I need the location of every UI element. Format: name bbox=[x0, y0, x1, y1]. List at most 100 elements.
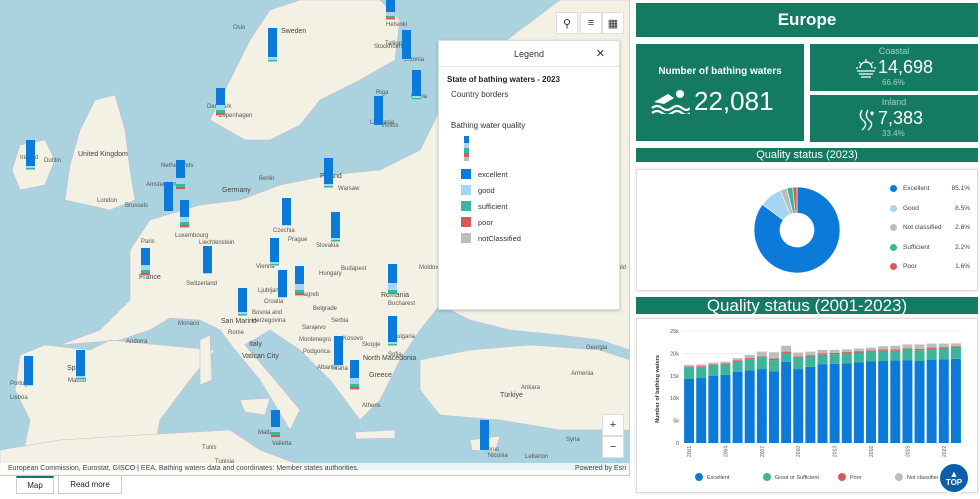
bar-segment-excellent[interactable] bbox=[720, 374, 731, 443]
grid-icon[interactable]: ▦ bbox=[602, 12, 624, 34]
bar-segment-good-or-sufficient[interactable] bbox=[769, 360, 779, 372]
bar-segment-excellent[interactable] bbox=[902, 360, 913, 443]
bar-segment-not-classified[interactable] bbox=[926, 343, 937, 348]
bar-segment-good-or-sufficient[interactable] bbox=[853, 352, 864, 363]
bar-segment-good-or-sufficient[interactable] bbox=[878, 350, 889, 362]
bar-segment-poor[interactable] bbox=[805, 355, 816, 357]
bar-segment-not-classified[interactable] bbox=[696, 364, 707, 367]
map-country-bar[interactable] bbox=[331, 212, 340, 242]
bar-segment-excellent[interactable] bbox=[938, 359, 949, 443]
map-country-bar[interactable] bbox=[386, 0, 395, 20]
map-country-bar[interactable] bbox=[388, 264, 397, 296]
zoom-out-button[interactable]: − bbox=[602, 436, 624, 458]
zoom-in-button[interactable]: + bbox=[602, 414, 624, 436]
bar-segment-poor[interactable] bbox=[950, 346, 961, 349]
bar-segment-excellent[interactable] bbox=[769, 371, 779, 443]
bar-segment-excellent[interactable] bbox=[829, 363, 840, 443]
bar-segment-not-classified[interactable] bbox=[841, 349, 852, 353]
bar-segment-excellent[interactable] bbox=[890, 360, 901, 443]
pie-legend-item[interactable]: Not classified 2.6% bbox=[890, 224, 970, 231]
bar-legend-label[interactable]: Excellent bbox=[707, 475, 730, 481]
bar-segment-good-or-sufficient[interactable] bbox=[732, 361, 743, 372]
bar-segment-not-classified[interactable] bbox=[732, 358, 743, 361]
bar-segment-poor[interactable] bbox=[732, 360, 743, 362]
powered-by-esri[interactable]: Powered by Esri bbox=[575, 465, 626, 472]
bar-segment-not-classified[interactable] bbox=[902, 344, 913, 349]
bar-segment-poor[interactable] bbox=[829, 352, 840, 355]
map-country-bar[interactable] bbox=[270, 238, 279, 266]
bar-segment-not-classified[interactable] bbox=[853, 348, 864, 352]
tab-read-more[interactable]: Read more bbox=[58, 476, 122, 494]
bar-segment-good-or-sufficient[interactable] bbox=[793, 357, 804, 370]
map-country-bar[interactable] bbox=[350, 360, 359, 390]
bar-segment-not-classified[interactable] bbox=[829, 349, 840, 353]
bar-segment-excellent[interactable] bbox=[744, 370, 755, 443]
bar-segment-good-or-sufficient[interactable] bbox=[696, 367, 707, 379]
bar-segment-poor[interactable] bbox=[817, 353, 828, 355]
bar-segment-poor[interactable] bbox=[781, 351, 792, 353]
bar-segment-poor[interactable] bbox=[902, 348, 913, 350]
bar-segment-poor[interactable] bbox=[938, 347, 949, 349]
bar-segment-excellent[interactable] bbox=[950, 358, 961, 443]
bar-segment-excellent[interactable] bbox=[696, 378, 707, 443]
bar-segment-not-classified[interactable] bbox=[950, 343, 961, 347]
bar-segment-not-classified[interactable] bbox=[756, 351, 767, 357]
map-view[interactable]: Oslo Sweden Helsinki Tallinn Estonia Stockhol… bbox=[0, 0, 630, 475]
bar-segment-poor[interactable] bbox=[878, 349, 889, 351]
bar-segment-poor[interactable] bbox=[841, 352, 852, 354]
map-country-bar[interactable] bbox=[216, 88, 225, 116]
bar-segment-excellent[interactable] bbox=[708, 375, 719, 443]
map-country-bar[interactable] bbox=[295, 266, 304, 296]
pie-legend-item[interactable]: Poor 1.6% bbox=[890, 263, 970, 270]
map-country-bar[interactable] bbox=[278, 270, 287, 298]
bar-segment-excellent[interactable] bbox=[878, 361, 889, 443]
bar-segment-excellent[interactable] bbox=[756, 369, 767, 443]
pie-legend-item[interactable]: Good 8.5% bbox=[890, 204, 970, 212]
bar-segment-not-classified[interactable] bbox=[684, 364, 695, 367]
map-country-bar[interactable] bbox=[176, 160, 185, 190]
map-country-bar[interactable] bbox=[164, 182, 173, 212]
bar-segment-poor[interactable] bbox=[696, 366, 707, 368]
bar-segment-good-or-sufficient[interactable] bbox=[720, 364, 731, 375]
bar-segment-good-or-sufficient[interactable] bbox=[805, 356, 816, 367]
map-country-bar[interactable] bbox=[268, 28, 277, 62]
map-country-bar[interactable] bbox=[203, 246, 212, 274]
bar-segment-excellent[interactable] bbox=[684, 378, 695, 443]
bar-segment-good-or-sufficient[interactable] bbox=[708, 365, 719, 376]
bar-segment-poor[interactable] bbox=[793, 356, 804, 358]
bar-legend-dot[interactable] bbox=[695, 473, 703, 481]
bar-segment-excellent[interactable] bbox=[841, 363, 852, 443]
bar-segment-poor[interactable] bbox=[769, 358, 779, 361]
bar-segment-good-or-sufficient[interactable] bbox=[756, 357, 767, 370]
list-icon[interactable]: ≡ bbox=[580, 12, 602, 34]
bar-legend-dot[interactable] bbox=[838, 473, 846, 481]
bar-segment-not-classified[interactable] bbox=[720, 361, 731, 364]
bar-segment-excellent[interactable] bbox=[781, 361, 792, 443]
bar-legend-label[interactable]: Good or Sufficient bbox=[775, 475, 819, 481]
bar-segment-good-or-sufficient[interactable] bbox=[684, 367, 695, 379]
bar-segment-not-classified[interactable] bbox=[708, 362, 719, 365]
bar-segment-good-or-sufficient[interactable] bbox=[938, 348, 949, 360]
bar-segment-good-or-sufficient[interactable] bbox=[902, 349, 913, 361]
pie-legend-item[interactable]: Sufficient 2.2% bbox=[890, 243, 970, 251]
map-country-bar[interactable] bbox=[374, 96, 383, 126]
bar-segment-not-classified[interactable] bbox=[817, 349, 828, 354]
bar-segment-poor[interactable] bbox=[914, 348, 925, 351]
bar-segment-poor[interactable] bbox=[756, 356, 767, 358]
bar-segment-excellent[interactable] bbox=[817, 364, 828, 443]
bar-segment-good-or-sufficient[interactable] bbox=[817, 354, 828, 365]
map-country-bar[interactable] bbox=[480, 420, 489, 452]
bar-segment-not-classified[interactable] bbox=[805, 351, 816, 356]
bar-segment-not-classified[interactable] bbox=[914, 344, 925, 349]
bar-segment-good-or-sufficient[interactable] bbox=[914, 350, 925, 362]
bar-legend-label[interactable]: Poor bbox=[850, 475, 862, 481]
bar-segment-good-or-sufficient[interactable] bbox=[866, 351, 876, 362]
bar-segment-excellent[interactable] bbox=[805, 366, 816, 443]
bar-segment-good-or-sufficient[interactable] bbox=[890, 350, 901, 361]
bar-segment-poor[interactable] bbox=[684, 366, 695, 368]
bar-segment-not-classified[interactable] bbox=[866, 347, 876, 351]
map-country-bar[interactable] bbox=[334, 336, 343, 366]
search-icon[interactable]: ⚲ bbox=[556, 12, 578, 34]
bar-segment-excellent[interactable] bbox=[732, 371, 743, 443]
bar-segment-good-or-sufficient[interactable] bbox=[926, 348, 937, 360]
